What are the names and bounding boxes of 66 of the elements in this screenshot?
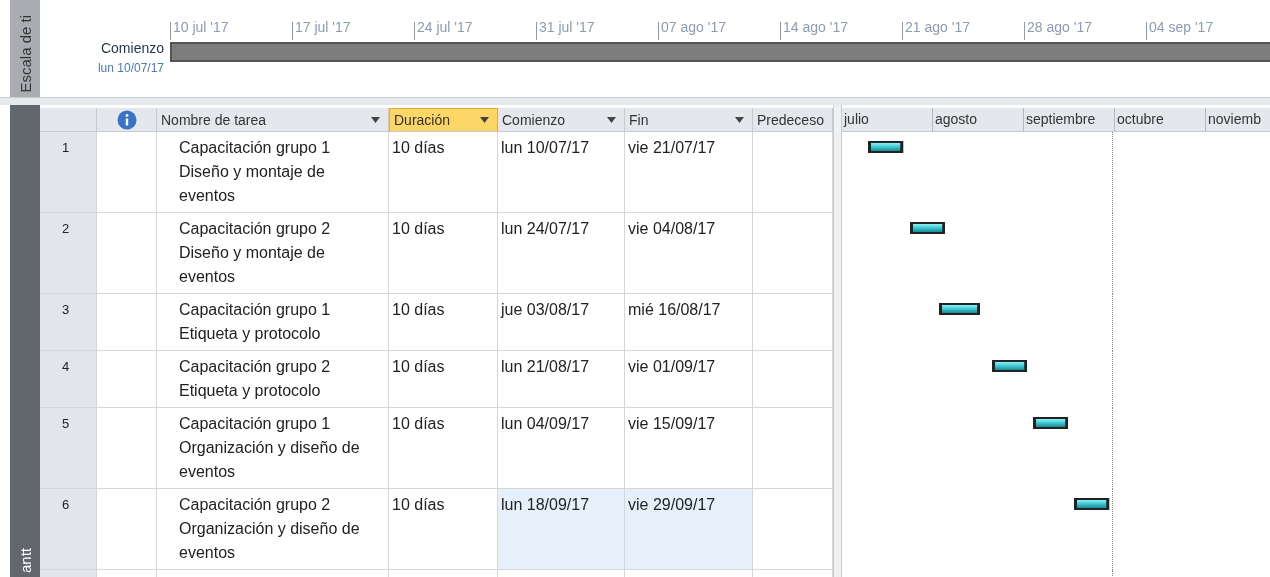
duration-cell: 10 días	[389, 489, 498, 570]
task-bar[interactable]	[1033, 417, 1069, 429]
task-bar[interactable]	[1074, 498, 1110, 510]
column-header[interactable]	[97, 108, 157, 132]
start-cell: lun 04/09/17	[498, 408, 625, 489]
duration-cell: 10 días	[389, 213, 498, 294]
caret-icon[interactable]	[371, 116, 380, 123]
caret-icon[interactable]	[735, 116, 744, 123]
row-number: 4	[40, 351, 97, 408]
task-name: Capacitación grupo 1 Diseño y montaje de eventos	[157, 132, 389, 213]
column-header	[40, 108, 97, 132]
task-bar[interactable]	[939, 303, 981, 315]
month-label: noviemb	[1206, 108, 1270, 131]
date-tick: 21 ago '17	[902, 22, 1024, 40]
task-name: Capacitación grupo 2 Organización y diseño de eventos	[157, 489, 389, 570]
finish-cell: vie 21/07/17	[625, 132, 753, 213]
start-cell: lun 21/08/17	[498, 351, 625, 408]
date-tick: 31 jul '17	[536, 22, 658, 40]
month-label: octubre	[1115, 108, 1206, 131]
date-tick: 28 ago '17	[1024, 22, 1146, 40]
start-cell: lun 18/09/17	[498, 489, 625, 570]
duration-cell: 10 días	[389, 294, 498, 351]
finish-cell: vie 04/08/17	[625, 213, 753, 294]
date-tick: 17 jul '17	[292, 22, 414, 40]
duration-cell: 10 días	[389, 408, 498, 489]
finish-cell: vie 15/09/17	[625, 408, 753, 489]
date-tick: 07 ago '17	[658, 22, 780, 40]
task-bar[interactable]	[909, 222, 945, 234]
column-header[interactable]: Duración	[389, 108, 498, 132]
start-label: Comienzo	[100, 40, 164, 56]
duration-cell: 10 días	[389, 351, 498, 408]
task-bar[interactable]	[991, 360, 1028, 372]
view-label: antt	[16, 547, 34, 575]
row-number: 2	[40, 213, 97, 294]
caret-icon[interactable]	[607, 116, 616, 123]
date-tick: 14 ago '17	[780, 22, 902, 40]
task-name: Capacitación grupo 2 Diseño y montaje de eventos	[157, 213, 389, 294]
start-cell: jue 03/08/17	[498, 294, 625, 351]
column-header[interactable]: Fin	[625, 108, 753, 132]
month-label: agosto	[933, 108, 1024, 131]
date-tick: 10 jul '17	[170, 22, 292, 40]
date-tick: 24 jul '17	[414, 22, 536, 40]
month-label: julio	[842, 108, 933, 131]
row-number: 1	[40, 132, 97, 213]
task-bar[interactable]	[868, 141, 904, 153]
duration-cell: 10 días	[389, 132, 498, 213]
row-number: 6	[40, 489, 97, 570]
timescale-label: Escala de ti	[16, 15, 34, 95]
finish-cell: vie 01/09/17	[625, 351, 753, 408]
caret-icon[interactable]	[480, 117, 489, 123]
column-header[interactable]: Nombre de tarea	[157, 108, 389, 132]
date-tick: 04 sep '17	[1146, 22, 1268, 40]
task-name: Capacitación grupo 1 Etiqueta y protocolo	[157, 294, 389, 351]
start-cell: lun 10/07/17	[498, 132, 625, 213]
month-label: septiembre	[1024, 108, 1115, 131]
finish-cell: mié 16/08/17	[625, 294, 753, 351]
column-header[interactable]: Comienzo	[498, 108, 625, 132]
column-header[interactable]: Predeceso	[753, 108, 833, 132]
task-name: Capacitación grupo 2 Etiqueta y protocolo	[157, 351, 389, 408]
row-number: 5	[40, 408, 97, 489]
start-date: lun 10/07/17	[97, 61, 164, 75]
start-cell: lun 24/07/17	[498, 213, 625, 294]
task-name: Capacitación grupo 1 Organización y diseño de eventos	[157, 408, 389, 489]
finish-cell: vie 29/09/17	[625, 489, 753, 570]
info-icon	[116, 109, 137, 130]
row-number: 3	[40, 294, 97, 351]
